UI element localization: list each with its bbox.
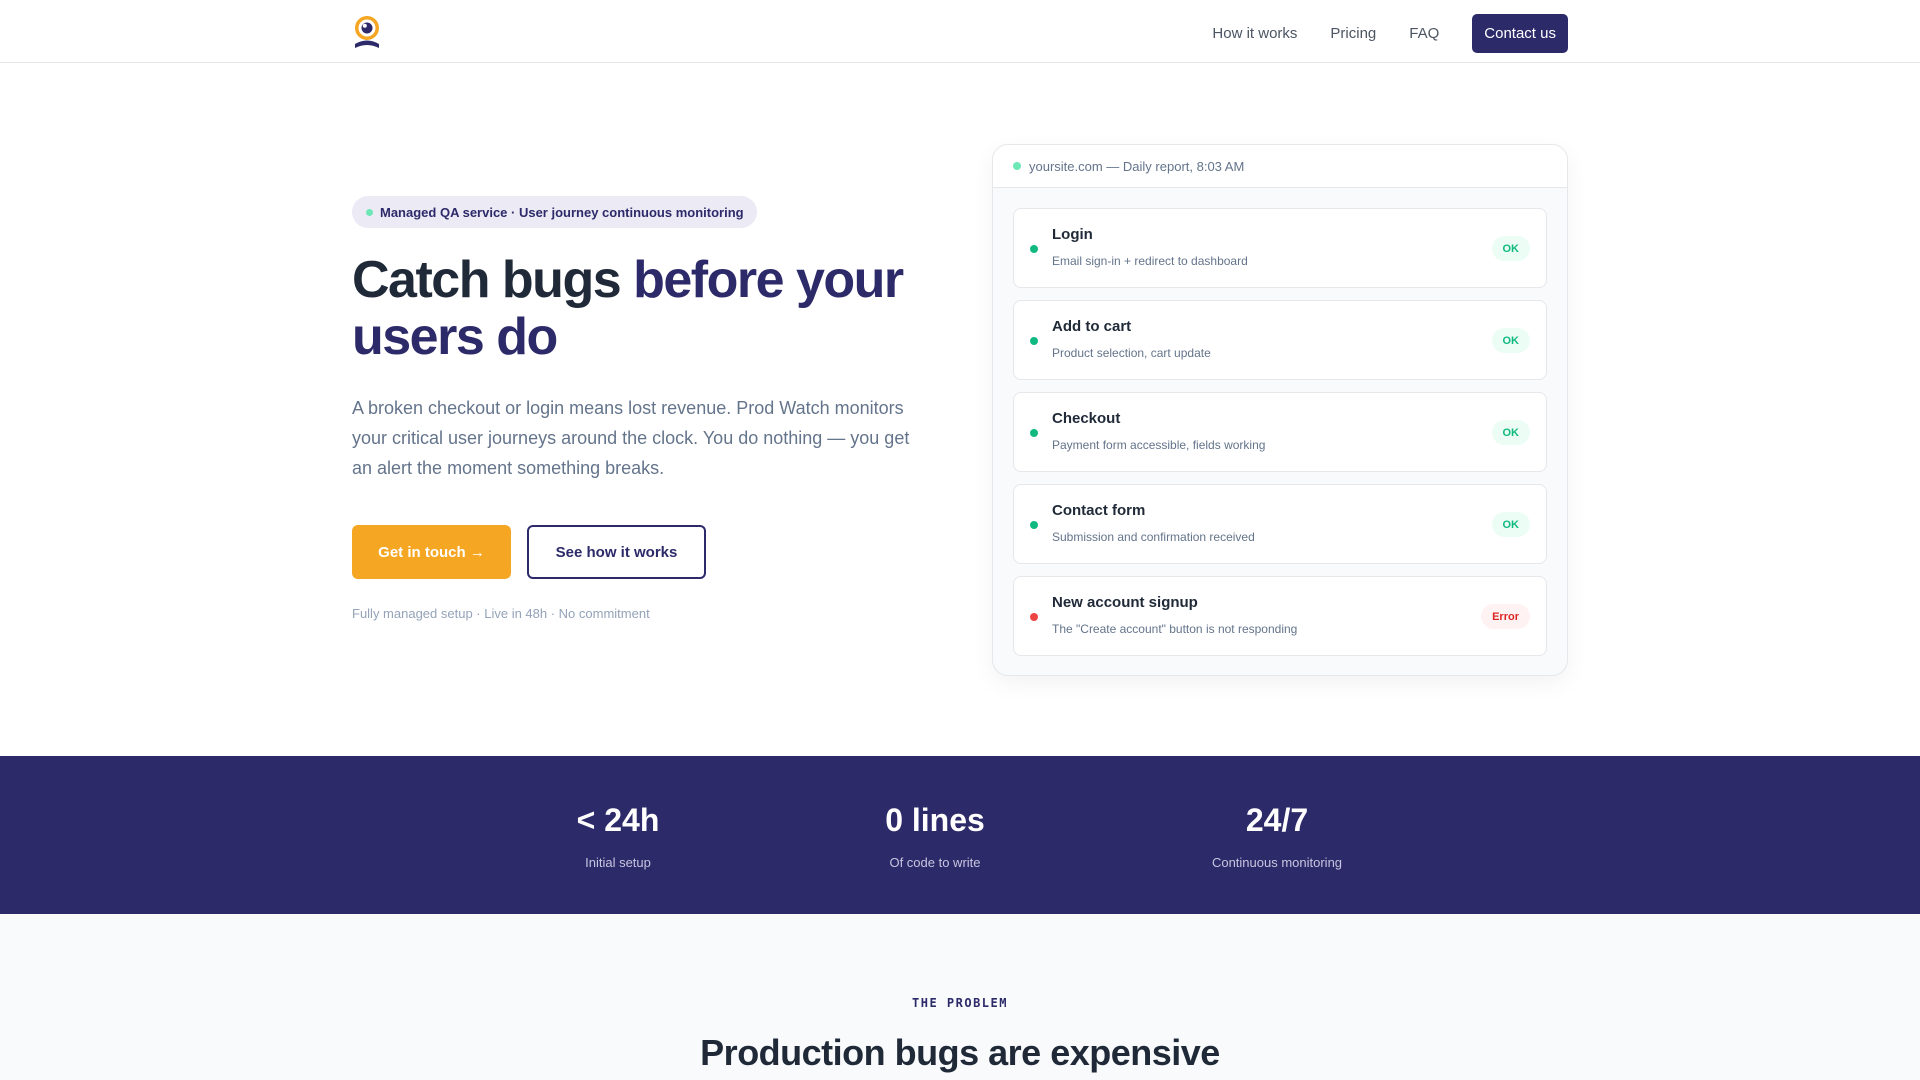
journey-description: Product selection, cart update bbox=[1052, 346, 1211, 360]
journey-row-contact-form: Contact form Submission and confirmation… bbox=[1013, 484, 1547, 564]
nav-link-how-it-works[interactable]: How it works bbox=[1212, 25, 1297, 42]
status-badge: OK bbox=[1491, 420, 1530, 445]
error-dot-icon bbox=[1030, 613, 1038, 621]
journey-title: Contact form bbox=[1052, 502, 1146, 519]
section-title: Production bugs are expensive bbox=[700, 1032, 1220, 1073]
hero-title: Catch bugs before your users do bbox=[352, 252, 952, 366]
stat-label: Initial setup bbox=[585, 855, 651, 870]
report-status-dot-icon bbox=[1013, 162, 1021, 170]
hero-badge-text: Managed QA service · User journey contin… bbox=[380, 204, 744, 220]
stats-band: < 24h Initial setup 0 lines Of code to w… bbox=[0, 756, 1920, 914]
journey-list: Login Email sign-in + redirect to dashbo… bbox=[993, 188, 1567, 656]
report-header: yoursite.com — Daily report, 8:03 AM bbox=[993, 145, 1567, 188]
stat-code: 0 lines Of code to write bbox=[805, 802, 1065, 870]
problem-section: THE PROBLEM Production bugs are expensiv… bbox=[0, 914, 1920, 1080]
journey-title: New account signup bbox=[1052, 594, 1198, 611]
journey-title: Add to cart bbox=[1052, 318, 1132, 335]
daily-report-card: yoursite.com — Daily report, 8:03 AM Log… bbox=[992, 144, 1568, 676]
stat-setup: < 24h Initial setup bbox=[488, 802, 748, 870]
journey-description: Payment form accessible, fields working bbox=[1052, 438, 1266, 452]
status-badge: OK bbox=[1491, 236, 1530, 261]
status-badge: Error bbox=[1481, 604, 1530, 629]
see-how-it-works-button[interactable]: See how it works bbox=[527, 525, 706, 579]
journey-description: Submission and confirmation received bbox=[1052, 530, 1255, 544]
status-badge: OK bbox=[1491, 328, 1530, 353]
section-eyebrow: THE PROBLEM bbox=[912, 996, 1008, 1010]
stat-value: 0 lines bbox=[885, 802, 985, 838]
journey-title: Checkout bbox=[1052, 410, 1121, 427]
journey-description: Email sign-in + redirect to dashboard bbox=[1052, 254, 1248, 268]
journey-description: The "Create account" button is not respo… bbox=[1052, 622, 1298, 636]
stat-monitoring: 24/7 Continuous monitoring bbox=[1147, 802, 1407, 870]
hero-title-main: Catch bugs bbox=[352, 251, 634, 309]
stat-label: Continuous monitoring bbox=[1211, 855, 1343, 870]
nav-link-faq[interactable]: FAQ bbox=[1409, 25, 1439, 42]
journey-row-signup: New account signup The "Create account" … bbox=[1013, 576, 1547, 656]
nav-links: How it works Pricing FAQ Contact us bbox=[1212, 14, 1568, 53]
get-in-touch-button[interactable]: Get in touch → bbox=[352, 525, 511, 579]
ok-dot-icon bbox=[1030, 337, 1038, 345]
hero-note: Fully managed setup · Live in 48h · No c… bbox=[352, 606, 650, 621]
ok-dot-icon bbox=[1030, 521, 1038, 529]
hero-description: A broken checkout or login means lost re… bbox=[352, 398, 910, 478]
ok-dot-icon bbox=[1030, 245, 1038, 253]
journey-title: Login bbox=[1052, 226, 1093, 243]
stat-value: 24/7 bbox=[1245, 802, 1309, 838]
stat-label: Of code to write bbox=[889, 855, 981, 870]
journey-row-checkout: Checkout Payment form accessible, fields… bbox=[1013, 392, 1547, 472]
status-badge: OK bbox=[1491, 512, 1530, 537]
stat-value: < 24h bbox=[576, 802, 660, 838]
journey-row-login: Login Email sign-in + redirect to dashbo… bbox=[1013, 208, 1547, 288]
hero-badge: Managed QA service · User journey contin… bbox=[352, 196, 757, 228]
ok-dot-icon bbox=[1030, 429, 1038, 437]
contact-us-button[interactable]: Contact us bbox=[1472, 14, 1568, 53]
nav-link-pricing[interactable]: Pricing bbox=[1330, 25, 1376, 42]
logo-eye-icon[interactable] bbox=[352, 15, 382, 51]
badge-dot-icon bbox=[366, 208, 373, 216]
journey-row-add-to-cart: Add to cart Product selection, cart upda… bbox=[1013, 300, 1547, 380]
top-nav: How it works Pricing FAQ Contact us bbox=[0, 0, 1920, 63]
report-header-text: yoursite.com — Daily report, 8:03 AM bbox=[1029, 158, 1245, 174]
